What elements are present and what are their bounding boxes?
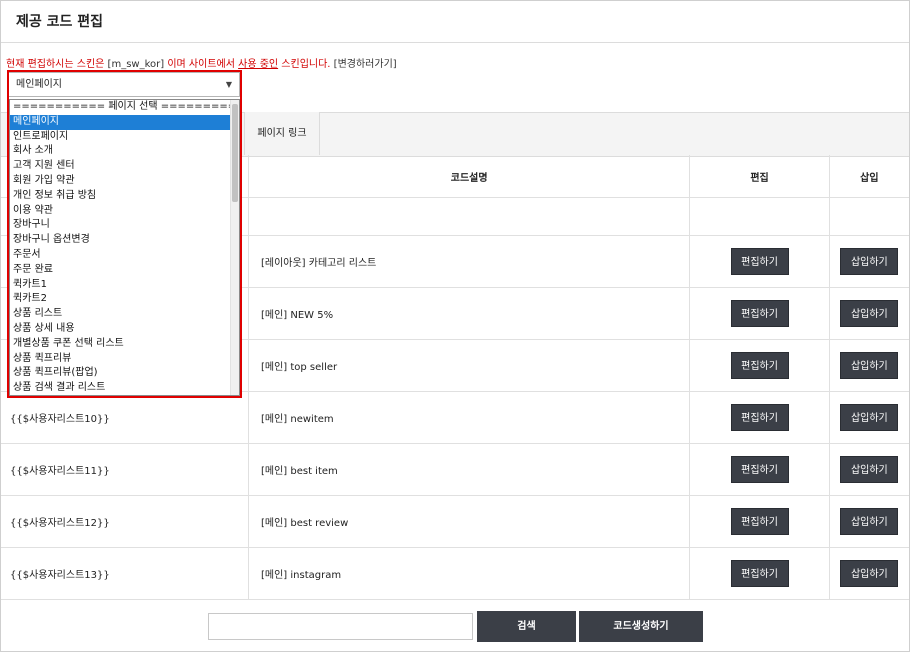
dropdown-option[interactable]: 상품 퀵프리뷰(팝업) bbox=[10, 366, 239, 381]
page-select[interactable]: 메인페이지 ▼ bbox=[8, 72, 240, 97]
desc-cell: [레이아웃] 카테고리 리스트 bbox=[248, 235, 691, 288]
col-edit: 편집 bbox=[689, 155, 830, 198]
insert-button[interactable]: 삽입하기 bbox=[840, 404, 899, 431]
dropdown-option[interactable]: 주문서 bbox=[10, 248, 239, 263]
dropdown-option[interactable]: 장바구니 bbox=[10, 218, 239, 233]
notice-part2: 이며 사이트에서 bbox=[167, 59, 235, 70]
scrollbar-thumb[interactable] bbox=[232, 104, 238, 202]
dropdown-option[interactable]: 인트로페이지 bbox=[10, 130, 239, 145]
desc-cell: [메인] instagram bbox=[248, 547, 691, 600]
edit-button[interactable]: 편집하기 bbox=[730, 456, 789, 483]
table-row: {{$사용자리스트12}} [메인] best review 편집하기 삽입하기 bbox=[1, 495, 909, 548]
code-cell: {{$사용자리스트13}} bbox=[1, 547, 249, 600]
notice-part1: 현재 편집하시는 스킨은 bbox=[6, 59, 105, 70]
dropdown-option[interactable]: 고객 지원 센터 bbox=[10, 159, 239, 174]
dropdown-option[interactable]: 회사 소개 bbox=[10, 144, 239, 159]
insert-button[interactable]: 삽입하기 bbox=[840, 352, 899, 379]
search-input[interactable] bbox=[208, 613, 473, 640]
dropdown-option[interactable]: =========== 페이지 선택 =========== bbox=[10, 100, 239, 115]
dropdown-option[interactable]: 이용 약관 bbox=[10, 204, 239, 219]
code-cell: {{$사용자리스트11}} bbox=[1, 443, 249, 496]
notice-part3: 스킨입니다. bbox=[281, 59, 331, 70]
dropdown-option[interactable]: 개별상품 쿠폰 선택 리스트 bbox=[10, 337, 239, 352]
edit-button[interactable]: 편집하기 bbox=[730, 404, 789, 431]
skin-notice: 현재 편집하시는 스킨은 [m_sw_kor] 이며 사이트에서 사용 중인 스… bbox=[6, 55, 397, 70]
edit-button[interactable]: 편집하기 bbox=[730, 352, 789, 379]
edit-button[interactable]: 편집하기 bbox=[730, 560, 789, 587]
insert-button[interactable]: 삽입하기 bbox=[840, 300, 899, 327]
dropdown-option[interactable]: 상품 검색 결과 리스트 bbox=[10, 381, 239, 395]
dropdown-option[interactable]: 개인 정보 취급 방침 bbox=[10, 189, 239, 204]
desc-cell: [메인] NEW 5% bbox=[248, 287, 691, 340]
table-row: {{$사용자리스트10}} [메인] newitem 편집하기 삽입하기 bbox=[1, 391, 909, 444]
edit-button[interactable]: 편집하기 bbox=[730, 508, 789, 535]
table-row: {{$사용자리스트11}} [메인] best item 편집하기 삽입하기 bbox=[1, 443, 909, 496]
dropdown-option[interactable]: 퀵카트2 bbox=[10, 292, 239, 307]
dropdown-option[interactable]: 퀵카트1 bbox=[10, 278, 239, 293]
desc-cell: [메인] best review bbox=[248, 495, 691, 548]
title-divider bbox=[1, 42, 909, 43]
insert-button[interactable]: 삽입하기 bbox=[840, 560, 899, 587]
desc-cell: [메인] top seller bbox=[248, 339, 691, 392]
insert-button[interactable]: 삽입하기 bbox=[840, 508, 899, 535]
dropdown-option[interactable]: 상품 퀵프리뷰 bbox=[10, 352, 239, 367]
col-insert: 삽입 bbox=[829, 155, 909, 198]
desc-cell: [메인] newitem bbox=[248, 391, 691, 444]
dropdown-option[interactable]: 회원 가입 약관 bbox=[10, 174, 239, 189]
notice-in-use: 사용 중인 bbox=[238, 59, 279, 70]
dropdown-option[interactable]: 상품 상세 내용 bbox=[10, 322, 239, 337]
tab-page-link[interactable]: 페이지 링크 bbox=[244, 112, 320, 155]
edit-button[interactable]: 편집하기 bbox=[730, 300, 789, 327]
desc-cell: [메인] best item bbox=[248, 443, 691, 496]
dropdown-option-selected[interactable]: 메인페이지 bbox=[10, 114, 239, 130]
dropdown-option[interactable]: 주문 완료 bbox=[10, 263, 239, 278]
table-row: {{$사용자리스트13}} [메인] instagram 편집하기 삽입하기 bbox=[1, 547, 909, 600]
code-cell: {{$사용자리스트12}} bbox=[1, 495, 249, 548]
code-cell: {{$사용자리스트10}} bbox=[1, 391, 249, 444]
edit-button[interactable]: 편집하기 bbox=[730, 248, 789, 275]
insert-button[interactable]: 삽입하기 bbox=[840, 456, 899, 483]
page-select-dropdown: =========== 페이지 선택 =========== 메인페이지 인트로… bbox=[9, 99, 240, 396]
dropdown-option[interactable]: 상품 리스트 bbox=[10, 307, 239, 322]
col-code-desc: 코드설명 bbox=[248, 155, 691, 198]
dropdown-option[interactable]: 장바구니 옵션변경 bbox=[10, 233, 239, 248]
generate-code-button[interactable]: 코드생성하기 bbox=[579, 611, 703, 642]
chevron-down-icon: ▼ bbox=[225, 80, 232, 89]
page-select-value: 메인페이지 bbox=[16, 79, 62, 90]
search-button[interactable]: 검색 bbox=[477, 611, 576, 642]
dropdown-scrollbar[interactable] bbox=[230, 100, 239, 395]
page-title: 제공 코드 편집 bbox=[16, 14, 104, 30]
insert-button[interactable]: 삽입하기 bbox=[840, 248, 899, 275]
skin-code: [m_sw_kor] bbox=[107, 59, 165, 70]
change-skin-link[interactable]: [변경하러가기] bbox=[334, 59, 397, 70]
